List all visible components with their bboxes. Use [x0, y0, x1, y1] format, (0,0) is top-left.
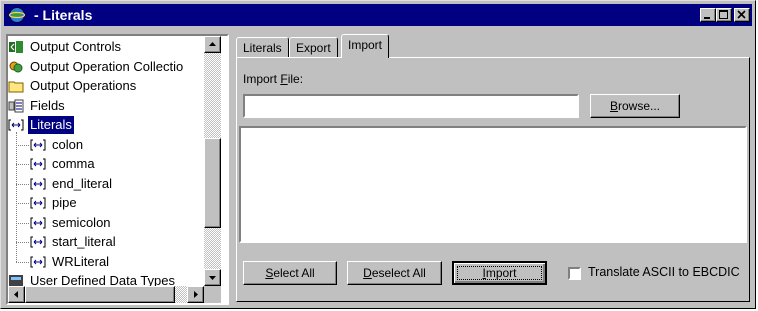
tree-connector	[16, 132, 17, 262]
literal-icon	[30, 235, 46, 249]
fields-icon	[8, 99, 24, 113]
detail-pane: Literals Export Import Import File: Brow…	[233, 34, 753, 305]
tree-item-label: pipe	[52, 195, 77, 210]
title-bar[interactable]: - Literals	[4, 4, 752, 26]
tree-horizontal-scrollbar[interactable]	[8, 286, 221, 303]
scroll-corner	[204, 286, 221, 303]
tree-item-label: comma	[52, 156, 95, 171]
translate-ascii-label: Translate ASCII to EBCDIC	[588, 265, 740, 279]
maximize-button[interactable]	[716, 8, 732, 22]
tree-connector	[16, 242, 29, 243]
minimize-icon	[704, 17, 710, 19]
globe-icon	[8, 7, 26, 23]
literal-icon	[30, 138, 46, 152]
tab-literals-label: Literals	[243, 41, 282, 55]
scroll-right-button[interactable]	[187, 286, 204, 303]
tree-item-label: end_literal	[52, 175, 112, 191]
arrow-right-icon	[194, 291, 198, 298]
arrow-up-icon	[209, 42, 216, 46]
minimize-button[interactable]	[700, 8, 716, 22]
scroll-left-button[interactable]	[8, 286, 25, 303]
literals-window: - Literals Output Controls Output Operati…	[0, 0, 756, 309]
scroll-up-button[interactable]	[204, 36, 221, 53]
tab-export[interactable]: Export	[289, 37, 338, 58]
literal-icon	[30, 157, 46, 171]
import-file-input[interactable]	[243, 94, 579, 118]
output-controls-icon	[8, 40, 24, 54]
literal-icon	[8, 118, 24, 132]
folder-icon	[8, 79, 24, 93]
tree-connector	[16, 144, 29, 146]
tab-import-label: Import	[348, 38, 383, 52]
object-tree[interactable]: Output Controls Output Operation Collecti…	[6, 34, 229, 305]
literal-icon	[30, 216, 46, 230]
translate-ascii-checkbox[interactable]	[568, 267, 581, 280]
tree-item-label: start_literal	[52, 234, 116, 249]
select-all-button[interactable]: Select All	[243, 261, 337, 285]
import-file-label: Import File:	[243, 72, 304, 86]
literal-icon	[30, 255, 46, 269]
scroll-down-button[interactable]	[204, 269, 221, 286]
import-button[interactable]: Import	[452, 261, 547, 285]
tree-connector	[16, 222, 29, 224]
scroll-thumb[interactable]	[204, 138, 221, 228]
tree-item-label: WRLiteral	[52, 253, 110, 269]
tree-item-label: Output Operations	[30, 78, 137, 93]
focus-rect	[457, 266, 542, 280]
tab-export-label: Export	[296, 41, 331, 55]
tree-item-label: Literals	[28, 116, 74, 134]
arrow-down-icon	[209, 276, 216, 280]
tree-connector	[16, 183, 29, 185]
close-icon	[737, 10, 746, 19]
tab-literals[interactable]: Literals	[236, 37, 289, 58]
import-items-list[interactable]	[239, 126, 747, 243]
literal-icon	[30, 177, 46, 191]
tree-item-label: semicolon	[52, 214, 111, 230]
arrow-left-icon	[14, 291, 18, 298]
hscroll-thumb[interactable]	[25, 286, 175, 303]
literal-icon	[30, 196, 46, 210]
tree-item-label: Fields	[30, 97, 65, 113]
browse-button[interactable]: Browse...	[590, 94, 680, 118]
tree-vertical-scrollbar[interactable]	[204, 36, 221, 286]
tree-connector	[16, 203, 29, 204]
tree-connector	[16, 261, 29, 263]
tree-item-label: Output Operation Collectio	[30, 58, 184, 74]
tree-item-label: colon	[52, 136, 84, 152]
window-title: - Literals	[34, 7, 93, 23]
close-button[interactable]	[734, 8, 750, 22]
operation-collection-icon	[8, 60, 24, 74]
tab-import[interactable]: Import	[341, 34, 390, 58]
import-tab-panel: Import File: Browse... Select All Desele…	[236, 57, 750, 302]
tree-item-label: Output Controls	[30, 39, 122, 54]
maximize-icon	[719, 10, 728, 19]
deselect-all-button[interactable]: Deselect All	[347, 261, 442, 285]
tree-connector	[16, 164, 29, 165]
